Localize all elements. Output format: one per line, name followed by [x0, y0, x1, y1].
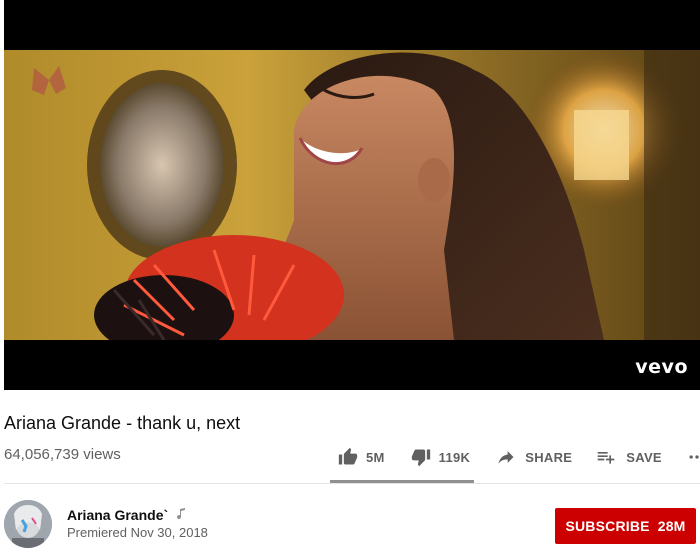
more-actions-button[interactable]	[687, 447, 700, 467]
save-button[interactable]: SAVE	[596, 447, 662, 467]
save-label: SAVE	[626, 449, 662, 465]
channel-name-text: Ariana Grande`	[67, 507, 169, 523]
video-frame	[4, 50, 700, 340]
video-title: Ariana Grande - thank u, next	[4, 413, 241, 433]
thumbs-down-icon	[411, 447, 431, 467]
premiere-date: Premiered Nov 30, 2018	[67, 525, 208, 540]
subscriber-count: 28M	[657, 518, 686, 534]
divider	[4, 483, 700, 484]
like-count: 5M	[366, 449, 385, 465]
action-bar: 5M 119K SHARE SAVE	[338, 444, 700, 470]
subscribe-button[interactable]: SUBSCRIBE 28M	[555, 508, 696, 544]
playlist-add-icon	[596, 447, 616, 467]
music-note-icon	[176, 507, 186, 523]
video-player[interactable]: vevo	[4, 0, 700, 390]
channel-name[interactable]: Ariana Grande`	[67, 507, 186, 523]
vevo-watermark: vevo	[635, 356, 688, 378]
view-count: 64,056,739 views	[4, 446, 121, 463]
share-label: SHARE	[525, 449, 573, 465]
dislike-button[interactable]: 119K	[411, 447, 471, 467]
subscribe-label: SUBSCRIBE	[565, 518, 650, 534]
like-button[interactable]: 5M	[338, 447, 385, 467]
dislike-count: 119K	[438, 449, 471, 465]
share-button[interactable]: SHARE	[496, 447, 572, 467]
share-arrow-icon	[496, 447, 516, 467]
thumbs-up-icon	[338, 447, 358, 467]
more-horizontal-icon	[687, 447, 700, 467]
